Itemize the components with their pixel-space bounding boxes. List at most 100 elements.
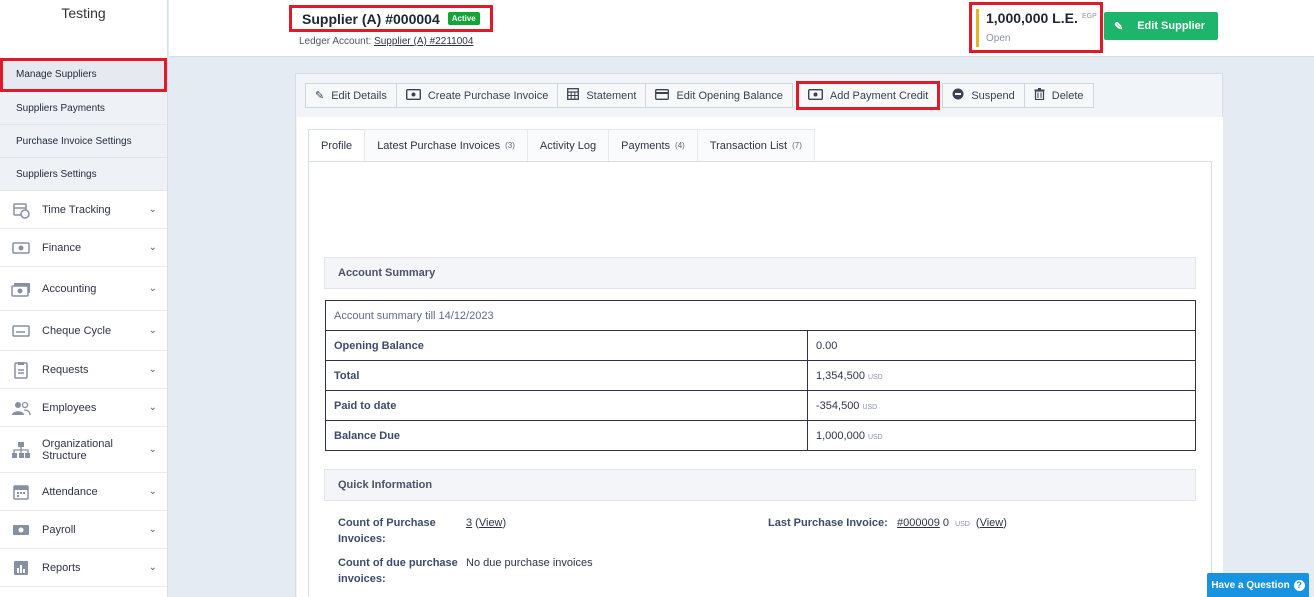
credit-card-icon [655,88,670,103]
sidebar-item-requests[interactable]: Requests ⌄ [0,351,167,389]
details-panel: Profile Latest Purchase Invoices (3) Acti… [297,117,1223,597]
row-amount: 1,354,500 [816,369,865,382]
bar-chart-icon [10,559,32,577]
chevron-down-icon: ⌄ [148,486,157,497]
clipboard-icon [10,361,32,379]
sidebar-item-finance[interactable]: Finance ⌄ [0,229,167,267]
chevron-down-icon: ⌄ [148,204,157,215]
sidebar-item-label: Purchase Invoice Settings [16,135,132,147]
sidebar-item-manage-suppliers[interactable]: Manage Suppliers [0,58,167,92]
tab-count: (7) [792,141,802,150]
ledger-account: Ledger Account: Supplier (A) #2211004 [299,36,473,47]
delete-button[interactable]: Delete [1023,83,1094,108]
sidebar-item-label: Payroll [42,523,76,536]
status-badge: Active [447,12,480,25]
row-label: Balance Due [325,420,808,451]
count-purchase-invoices-link[interactable]: 3 [466,517,472,529]
edit-supplier-button[interactable]: ✎ Edit Supplier [1104,12,1218,40]
edit-opening-balance-button[interactable]: Edit Opening Balance [645,83,793,108]
ledger-label: Ledger Account: [299,36,372,47]
calendar-icon [10,483,32,501]
tab-label: Profile [321,139,353,152]
sidebar-item-suppliers-settings[interactable]: Suppliers Settings [0,158,167,191]
page-header: Supplier (A) #000004 Active Ledger Accou… [169,0,1314,57]
tab-label: Payments [621,139,671,152]
sidebar-item-organizational-structure[interactable]: Organizational Structure ⌄ [0,427,167,473]
trash-icon [1034,88,1045,103]
tab-payments[interactable]: Payments (4) [608,129,698,162]
sidebar-item-reports[interactable]: Reports ⌄ [0,549,167,587]
table-row: Opening Balance 0.00 [325,330,1196,361]
sidebar: Testing Manage Suppliers Suppliers Payme… [0,0,168,597]
sidebar-item-employees[interactable]: Employees ⌄ [0,389,167,427]
calendar-clock-icon [10,201,32,219]
chevron-down-icon: ⌄ [148,444,157,455]
brand-name: Testing [61,5,106,21]
sidebar-item-label: Finance [42,241,82,254]
tab-transaction-list[interactable]: Transaction List (7) [696,129,815,162]
table-row: Total 1,354,500 USD [325,360,1196,391]
supplier-title: Supplier (A) #000004 [302,10,440,27]
sidebar-item-label: Organizational Structure [42,437,113,462]
balance-summary: 1,000,000 L.E. EGP Open [969,2,1103,53]
count-due-invoices-label: Count of due purchase invoices: [338,557,458,585]
sidebar-item-purchase-invoice-settings[interactable]: Purchase Invoice Settings [0,125,167,158]
view-invoices-link[interactable]: View [479,517,503,529]
action-toolbar: ✎ Edit Details Create Purchase Invoice St… [305,81,1094,110]
last-invoice-link[interactable]: #000009 [897,517,940,529]
balance-status: Open [986,33,1011,44]
calculator-icon [567,88,580,103]
tab-profile[interactable]: Profile [308,129,366,162]
suspend-button[interactable]: Suspend [942,83,1025,108]
statement-button[interactable]: Statement [557,83,647,108]
table-header: Account summary till 14/12/2023 [325,300,1196,331]
last-invoice-amount: 0 [942,517,950,529]
money-icon [807,88,823,103]
ledger-account-link[interactable]: Supplier (A) #2211004 [374,36,473,47]
last-purchase-invoice-label: Last Purchase Invoice: [768,517,888,529]
chevron-down-icon: ⌄ [148,325,157,336]
table-row: Account summary till 14/12/2023 [325,300,1196,331]
payroll-icon [10,521,32,539]
add-payment-credit-label: Add Payment Credit [829,89,929,102]
sidebar-item-attendance[interactable]: Attendance ⌄ [0,473,167,511]
count-due-invoices-value: No due purchase invoices [466,557,593,569]
sidebar-item-cheque-cycle[interactable]: Cheque Cycle ⌄ [0,311,167,351]
sidebar-item-suppliers-payments[interactable]: Suppliers Payments [0,92,167,125]
count-purchase-invoices-label: Count of Purchase Invoices: [338,517,436,545]
detail-tabs: Profile Latest Purchase Invoices (3) Acti… [308,129,815,162]
sidebar-item-payroll[interactable]: Payroll ⌄ [0,511,167,549]
table-row: Paid to date -354,500 USD [325,390,1196,421]
row-value: 1,354,500 USD [807,360,1196,391]
quick-information-heading: Quick Information [324,469,1196,501]
minus-circle-icon [952,88,964,103]
sidebar-item-label: Suppliers Settings [16,168,97,180]
account-summary-table: Account summary till 14/12/2023 Opening … [325,300,1196,451]
suppliers-submenu: Manage Suppliers Suppliers Payments Purc… [0,58,167,191]
edit-opening-balance-label: Edit Opening Balance [676,89,783,102]
tab-activity-log[interactable]: Activity Log [526,129,610,162]
tab-label: Latest Purchase Invoices [377,139,501,152]
sidebar-item-label: Reports [42,561,81,574]
sidebar-item-time-tracking[interactable]: Time Tracking ⌄ [0,191,167,229]
row-amount: -354,500 [816,399,860,412]
last-invoice-currency: USD [955,521,970,528]
chevron-down-icon: ⌄ [148,242,157,253]
chevron-down-icon: ⌄ [148,524,157,535]
sidebar-item-accounting[interactable]: Accounting ⌄ [0,267,167,311]
add-payment-credit-button[interactable]: Add Payment Credit [795,81,941,110]
edit-details-button[interactable]: ✎ Edit Details [305,83,397,108]
tab-latest-purchase-invoices[interactable]: Latest Purchase Invoices (3) [364,129,528,162]
create-purchase-invoice-button[interactable]: Create Purchase Invoice [395,83,559,108]
row-value: -354,500 USD [807,390,1196,421]
view-last-invoice-link[interactable]: View [980,517,1004,529]
have-a-question-button[interactable]: Have a Question ? [1207,573,1309,597]
statement-label: Statement [586,89,637,102]
edit-supplier-label: Edit Supplier [1137,20,1206,32]
money-stack-icon [10,280,32,298]
row-currency: USD [867,373,883,381]
sidebar-item-label: Requests [42,363,89,376]
chevron-down-icon: ⌄ [148,364,157,375]
row-label: Total [325,360,808,391]
supplier-card: ✎ Edit Details Create Purchase Invoice St… [295,73,1223,597]
